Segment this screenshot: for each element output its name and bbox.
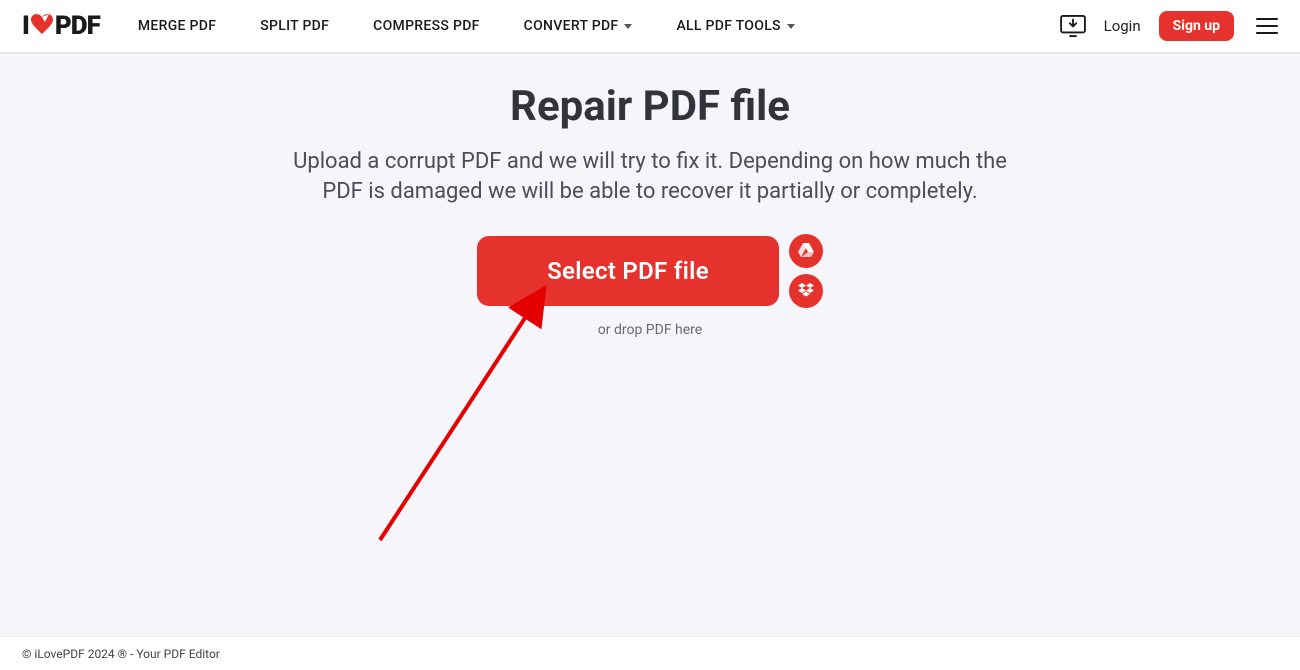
upload-area: Select PDF file — [477, 234, 823, 308]
nav-merge-label: MERGE PDF — [138, 18, 216, 34]
google-drive-button[interactable] — [789, 234, 823, 268]
brand-post: PDF — [55, 11, 100, 41]
footer-text: © iLovePDF 2024 ® - Your PDF Editor — [22, 647, 220, 661]
heart-icon — [30, 12, 54, 42]
cloud-buttons — [789, 234, 823, 308]
nav-all-tools[interactable]: ALL PDF TOOLS — [676, 18, 794, 34]
menu-icon[interactable] — [1256, 18, 1278, 34]
google-drive-icon — [798, 242, 814, 261]
top-header: I PDF MERGE PDF SPLIT PDF COMPRESS PDF C… — [0, 0, 1300, 54]
signup-button[interactable]: Sign up — [1159, 11, 1234, 41]
nav-merge[interactable]: MERGE PDF — [138, 18, 216, 34]
footer: © iLovePDF 2024 ® - Your PDF Editor — [0, 636, 1300, 670]
chevron-down-icon — [624, 24, 632, 29]
nav-convert[interactable]: CONVERT PDF — [524, 18, 633, 34]
nav-split[interactable]: SPLIT PDF — [260, 18, 329, 34]
select-file-button[interactable]: Select PDF file — [477, 236, 779, 306]
brand-logo[interactable]: I PDF — [22, 11, 100, 41]
dropbox-button[interactable] — [789, 274, 823, 308]
nav-convert-label: CONVERT PDF — [524, 18, 619, 34]
drop-hint: or drop PDF here — [598, 322, 702, 338]
page-subtitle: Upload a corrupt PDF and we will try to … — [290, 147, 1010, 206]
nav-compress[interactable]: COMPRESS PDF — [373, 18, 480, 34]
nav-all-label: ALL PDF TOOLS — [676, 18, 780, 34]
nav-compress-label: COMPRESS PDF — [373, 18, 480, 34]
page-title: Repair PDF file — [510, 82, 790, 131]
right-nav: Login Sign up — [1060, 11, 1278, 41]
dropbox-icon — [798, 282, 814, 301]
nav-split-label: SPLIT PDF — [260, 18, 329, 34]
download-desktop-icon[interactable] — [1060, 15, 1086, 37]
login-link[interactable]: Login — [1104, 17, 1141, 35]
chevron-down-icon — [787, 24, 795, 29]
primary-nav: MERGE PDF SPLIT PDF COMPRESS PDF CONVERT… — [138, 18, 795, 34]
brand-pre: I — [22, 11, 29, 41]
main-content: Repair PDF file Upload a corrupt PDF and… — [0, 54, 1300, 338]
